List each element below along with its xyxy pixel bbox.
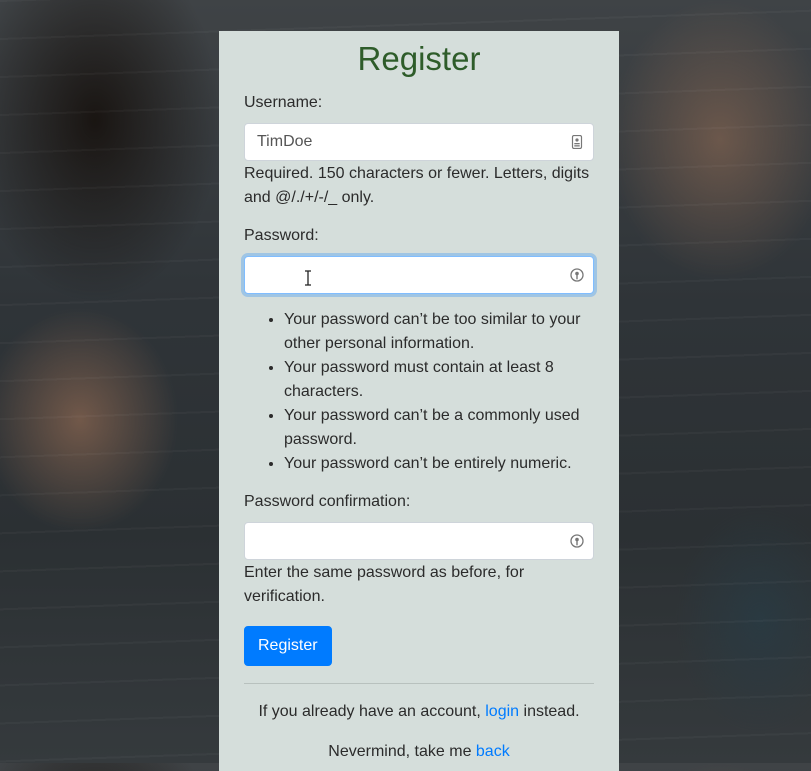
key-icon[interactable] — [570, 534, 584, 548]
username-input[interactable] — [245, 124, 593, 160]
password-label: Password: — [244, 227, 319, 244]
username-label: Username: — [244, 94, 323, 111]
register-panel: Register Username: Required. 150 charact… — [219, 31, 619, 771]
password-rule: Your password must contain at least 8 ch… — [284, 356, 594, 404]
password-rule: Your password can’t be a commonly used p… — [284, 404, 594, 452]
password-rule: Your password can’t be entirely numeric. — [284, 452, 594, 476]
password-confirmation-help: Enter the same password as before, for v… — [244, 564, 525, 605]
username-help: Required. 150 characters or fewer. Lette… — [244, 165, 590, 206]
contact-card-icon[interactable] — [570, 135, 584, 149]
password-input[interactable] — [245, 257, 593, 293]
login-note: If you already have an account, login in… — [244, 700, 594, 724]
login-suffix: instead. — [519, 703, 580, 720]
password-rules: Your password can’t be too similar to yo… — [244, 308, 594, 476]
text-cursor-icon — [305, 270, 311, 286]
divider — [244, 683, 594, 684]
page-title: Register — [357, 40, 481, 77]
password-confirmation-label: Password confirmation: — [244, 493, 411, 510]
key-icon[interactable] — [570, 268, 584, 282]
password-confirmation-field-wrapper — [244, 522, 594, 560]
back-link[interactable]: back — [476, 743, 510, 760]
username-field-wrapper — [244, 123, 594, 161]
login-link[interactable]: login — [485, 703, 519, 720]
back-note: Nevermind, take me back — [244, 740, 594, 764]
password-rule: Your password can’t be too similar to yo… — [284, 308, 594, 356]
password-confirmation-input[interactable] — [245, 523, 593, 559]
password-field-wrapper — [244, 256, 594, 294]
register-button[interactable]: Register — [244, 626, 332, 666]
login-prefix: If you already have an account, — [258, 703, 486, 720]
back-prefix: Nevermind, take me — [328, 743, 476, 760]
